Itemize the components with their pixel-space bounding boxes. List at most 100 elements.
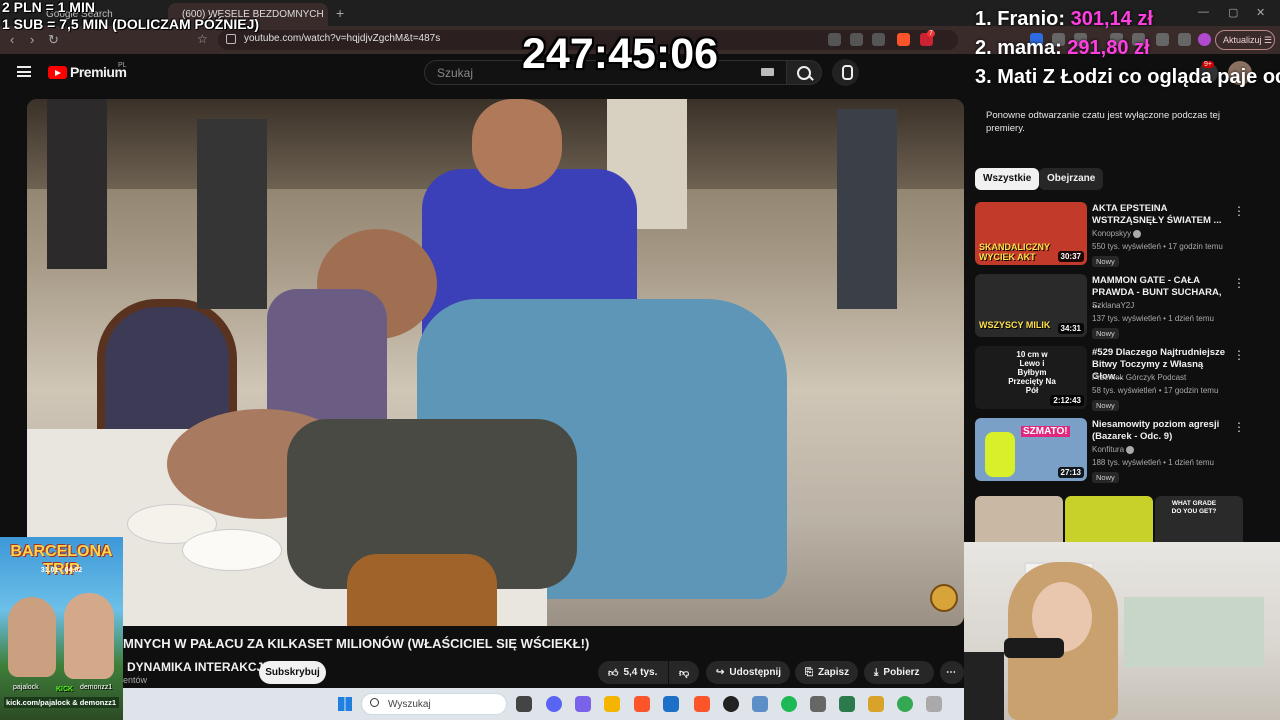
donation-rate-line: 2 PLN = 1 MIN — [2, 0, 95, 15]
file-explorer-icon[interactable] — [604, 696, 620, 712]
recommendation-item[interactable]: 10 cm w Lewo i Byłbym Przecięty Na Pół 2… — [975, 346, 1265, 412]
site-info-icon[interactable] — [226, 34, 236, 44]
recommendation-meta: 137 tys. wyświetleń • 1 dzień temu — [1092, 314, 1214, 323]
video-player[interactable] — [27, 99, 964, 626]
subscribe-button[interactable]: Subskrybuj — [259, 661, 326, 684]
dislike-button[interactable]: 👎︎ — [669, 661, 699, 684]
vpn-icon[interactable] — [1156, 33, 1169, 46]
back-icon[interactable]: ‹ — [10, 32, 14, 47]
voice-search-icon[interactable] — [832, 59, 859, 86]
promo-person — [8, 597, 56, 677]
leaderboard-rank: 1. — [975, 8, 992, 30]
download-label: Pobierz — [883, 667, 920, 678]
video-thumbnail[interactable]: SZMATO! 27:13 — [975, 418, 1087, 481]
brave-active-icon[interactable] — [694, 696, 710, 712]
duration-badge: 2:12:43 — [1050, 395, 1084, 406]
leaderboard-rank: 3. — [975, 66, 992, 88]
task-view-icon[interactable] — [516, 696, 532, 712]
leaderboard-amount: 291,80 zł — [1067, 37, 1150, 59]
share-button[interactable]: ↪ Udostępnij — [706, 661, 790, 684]
hamburger-menu-icon[interactable] — [17, 66, 31, 77]
logo-region: PL — [118, 62, 127, 69]
verified-icon — [1133, 229, 1142, 238]
app-icon[interactable] — [839, 696, 855, 712]
video-person-background — [197, 119, 267, 309]
app-icon[interactable] — [926, 696, 942, 712]
reload-icon[interactable]: ↻ — [48, 32, 59, 48]
bookmark-icon[interactable]: ☆ — [197, 32, 208, 46]
new-badge: Nowy — [1092, 400, 1119, 411]
keyboard-icon[interactable] — [761, 68, 774, 76]
recommendation-item[interactable]: SZMATO! 27:13 Niesamowity poziom agresji… — [975, 418, 1265, 484]
recommendation-meta: 188 tys. wyświetleń • 1 dzień temu — [1092, 458, 1214, 467]
save-button[interactable]: ⎘ Zapisz — [795, 661, 858, 684]
recommendation-channel: SzklanaY2J — [1092, 301, 1135, 310]
chip-all[interactable]: Wszystkie — [975, 168, 1040, 190]
leaderboard-name: mama: — [997, 37, 1062, 59]
video-thumbnail[interactable]: WSZYSCY MILIK 34:31 — [975, 274, 1087, 337]
photos-icon[interactable] — [752, 696, 768, 712]
shorts-thumbnail[interactable]: WHAT GRADE DO YOU GET? — [1155, 496, 1243, 542]
rewards-badge: 7 — [927, 30, 935, 37]
obs-icon[interactable] — [723, 696, 739, 712]
promo-person — [64, 593, 114, 679]
channel-watermark-icon[interactable] — [930, 584, 958, 612]
brave-browser-icon[interactable] — [634, 696, 650, 712]
recommendation-channel: Przemek Górczyk Podcast — [1092, 373, 1187, 382]
shield-icon[interactable] — [1178, 33, 1191, 46]
maximize-icon[interactable]: ▢ — [1228, 6, 1238, 19]
youtube-logo-icon[interactable] — [48, 66, 67, 79]
video-title: MNYCH W PAŁACU ZA KILKASET MILIONÓW (WŁA… — [123, 636, 590, 651]
app-icon[interactable] — [868, 696, 884, 712]
chip-watched[interactable]: Obejrzane — [1039, 168, 1104, 190]
spotify-icon[interactable] — [781, 696, 797, 712]
webcam-overlay — [964, 542, 1280, 720]
windows-start-icon[interactable] — [338, 697, 352, 711]
recommendation-item[interactable]: WSZYSCY MILIK 34:31 MAMMON GATE - CAŁA P… — [975, 274, 1265, 340]
update-button[interactable]: Aktualizuj ☰ — [1215, 30, 1275, 50]
app-icon[interactable] — [663, 696, 679, 712]
recommendation-title[interactable]: Niesamowity poziom agresji (Bazarek - Od… — [1092, 419, 1232, 443]
recommendation-meta: 58 tys. wyświetleń • 17 godzin temu — [1092, 386, 1219, 395]
promo-name-left: pajalock — [13, 684, 39, 691]
menu-icon: ☰ — [1264, 35, 1273, 45]
video-thumbnail[interactable]: SKANDALICZNY WYCIEK AKT 30:37 — [975, 202, 1087, 265]
search-button[interactable] — [786, 60, 822, 85]
new-badge: Nowy — [1092, 472, 1119, 483]
recommendation-item[interactable]: SKANDALICZNY WYCIEK AKT 30:37 AKTA EPSTE… — [975, 202, 1265, 268]
thumbnail-text: WSZYSCY MILIK — [979, 320, 1051, 330]
cast-icon[interactable] — [850, 33, 863, 46]
thumbnail-person — [985, 432, 1015, 477]
video-thumbnail[interactable]: 10 cm w Lewo i Byłbym Przecięty Na Pół 2… — [975, 346, 1087, 409]
more-options-icon[interactable]: ⋮ — [1233, 204, 1245, 218]
os-taskbar — [123, 688, 964, 720]
chrome-icon[interactable] — [897, 696, 913, 712]
mute-icon[interactable] — [828, 33, 841, 46]
more-options-icon[interactable]: ⋮ — [1233, 276, 1245, 290]
forward-icon[interactable]: › — [30, 32, 34, 47]
copilot-icon[interactable] — [575, 696, 591, 712]
profile-icon[interactable] — [1198, 33, 1211, 46]
download-button[interactable]: ⤓ Pobierz — [864, 661, 934, 684]
taskbar-search-input[interactable]: Wyszukaj — [361, 693, 507, 715]
close-window-icon[interactable]: ✕ — [1256, 6, 1265, 19]
more-options-icon[interactable]: ⋮ — [1233, 348, 1245, 362]
calculator-icon[interactable] — [810, 696, 826, 712]
shorts-thumbnail[interactable] — [1065, 496, 1153, 542]
chat-replay-notice: Ponowne odtwarzanie czatu jest wyłączone… — [986, 110, 1220, 134]
shorts-thumbnail[interactable] — [975, 496, 1063, 542]
brave-shield-icon[interactable] — [897, 33, 910, 46]
new-tab-button[interactable]: + — [336, 5, 344, 21]
thumbnail-text: SZMATO! — [1021, 426, 1070, 437]
channel-name[interactable]: DYNAMIKA INTERAKCJI — [127, 660, 267, 674]
recommendation-channel: Konopskyy — [1092, 229, 1142, 238]
like-button[interactable]: 👍︎ 5,4 tys. — [598, 661, 668, 684]
discord-icon[interactable] — [546, 696, 562, 712]
recommendation-title[interactable]: AKTA EPSTEINA WSTRZĄSNĘŁY ŚWIATEM ... — [1092, 203, 1232, 227]
promo-dates: 31.01 - 04.02 — [40, 567, 83, 574]
share-icon[interactable] — [872, 33, 885, 46]
video-chair-back — [347, 554, 497, 626]
more-actions-button[interactable]: ⋯ — [940, 661, 964, 684]
minimize-icon[interactable]: — — [1198, 6, 1209, 18]
more-options-icon[interactable]: ⋮ — [1233, 420, 1245, 434]
